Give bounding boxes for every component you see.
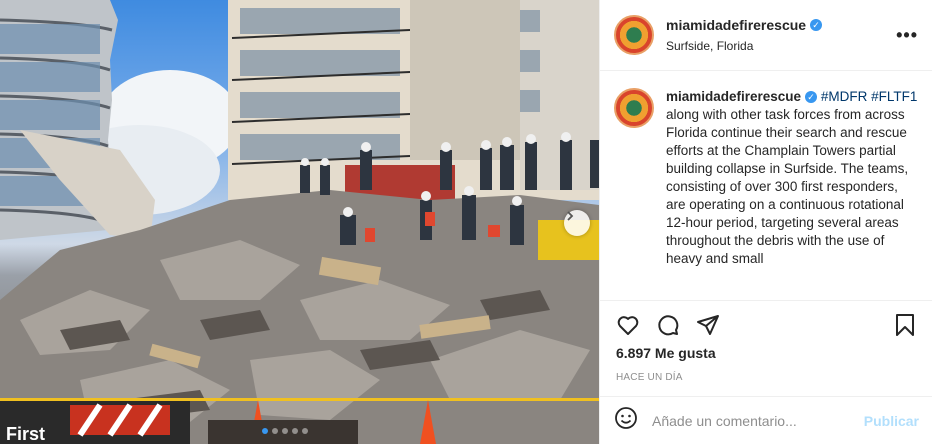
emoji-icon [615, 407, 637, 429]
comment-icon [658, 315, 679, 336]
post-caption: miamidadefirerescue ✓ #MDFR #FLTF1 along… [666, 88, 919, 300]
verified-icon: ✓ [810, 19, 823, 31]
caption-section: miamidadefirerescue ✓ #MDFR #FLTF1 along… [600, 72, 932, 301]
username-text[interactable]: miamidadefirerescue [666, 17, 806, 33]
carousel-dot [302, 428, 308, 434]
header-username[interactable]: miamidadefirerescue ✓ [666, 17, 823, 33]
caption-username[interactable]: miamidadefirerescue ✓ [666, 88, 818, 106]
like-button[interactable] [614, 311, 642, 339]
verified-icon: ✓ [805, 91, 818, 103]
post-side-panel: miamidadefirerescue ✓ Surfside, Florida … [599, 0, 932, 444]
caption-text: along with other task forces from across… [666, 107, 909, 266]
chevron-right-icon [567, 211, 574, 221]
likes-count[interactable]: 6.897 Me gusta [616, 345, 716, 361]
post-location[interactable]: Surfside, Florida [666, 39, 822, 53]
emoji-button[interactable] [614, 406, 638, 435]
next-photo-button[interactable] [564, 210, 590, 236]
post-timestamp[interactable]: HACE UN DÍA [616, 372, 683, 383]
collapse-scene-image: First [0, 0, 599, 444]
comment-button[interactable] [654, 311, 682, 339]
carousel-indicator [262, 428, 308, 434]
post-actions [600, 301, 932, 349]
caption-username-text[interactable]: miamidadefirerescue [666, 88, 801, 106]
caption-avatar[interactable] [614, 88, 654, 128]
more-options-icon[interactable]: ••• [896, 25, 918, 46]
carousel-dot [272, 428, 278, 434]
share-button[interactable] [694, 311, 722, 339]
post-photo[interactable]: First [0, 0, 599, 444]
hashtag-link[interactable]: #MDFR [821, 89, 868, 104]
post-header: miamidadefirerescue ✓ Surfside, Florida … [600, 0, 932, 71]
publish-button[interactable]: Publicar [864, 413, 919, 429]
heart-icon [617, 316, 639, 335]
save-button[interactable] [891, 311, 919, 339]
avatar[interactable] [614, 15, 654, 55]
photo-sign-text: First [6, 424, 45, 444]
hashtag-link[interactable]: #FLTF1 [871, 89, 917, 104]
share-icon [697, 315, 719, 335]
carousel-dot [282, 428, 288, 434]
carousel-dot [262, 428, 268, 434]
comment-form: Publicar [600, 396, 932, 444]
carousel-dot [292, 428, 298, 434]
bookmark-icon [896, 314, 914, 336]
comment-input[interactable] [652, 412, 864, 429]
